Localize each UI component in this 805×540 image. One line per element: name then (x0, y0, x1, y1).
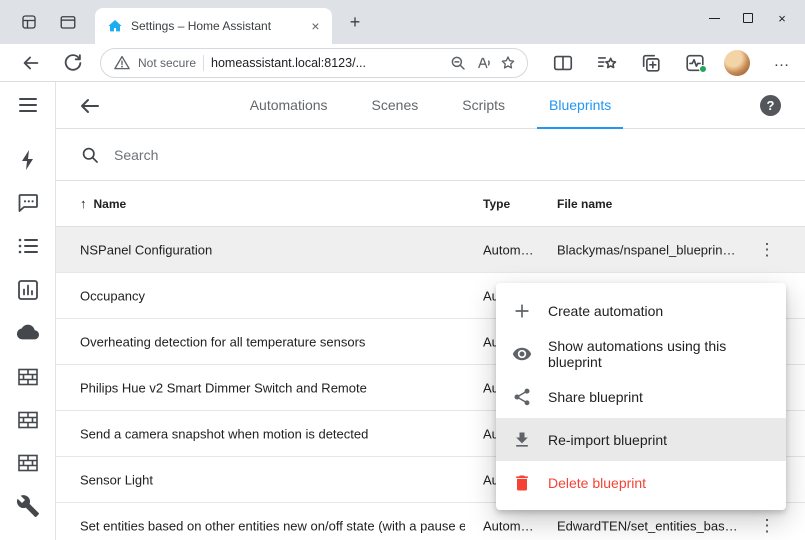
browser-tab-strip: Settings – Home Assistant × + × (0, 0, 805, 44)
browser-tab[interactable]: Settings – Home Assistant × (95, 8, 332, 44)
menu-item-delete-blueprint[interactable]: Delete blueprint (496, 461, 786, 504)
favorite-star-icon[interactable] (499, 54, 517, 72)
row-file: EdwardTEN/set_entities_bas… (557, 518, 738, 533)
menu-item-reimport-blueprint[interactable]: Re-import blueprint (496, 418, 786, 461)
address-bar[interactable]: Not secure homeassistant.local:8123/... (100, 48, 528, 78)
zoom-out-icon[interactable] (449, 54, 467, 72)
row-name: Send a camera snapshot when motion is de… (80, 426, 368, 441)
entities-brick-icon[interactable] (16, 451, 40, 475)
omnibox-divider (203, 55, 204, 71)
browser-window: Settings – Home Assistant × + × Not secu… (0, 0, 805, 540)
menu-item-label: Show automations using this blueprint (548, 338, 770, 370)
workspaces-icon[interactable] (20, 13, 38, 31)
profile-avatar[interactable] (724, 50, 750, 76)
row-name: NSPanel Configuration (80, 242, 212, 257)
eye-icon (512, 344, 532, 364)
row-overflow-menu-icon[interactable]: ⋮ (757, 240, 777, 260)
url-text[interactable]: homeassistant.local:8123/... (211, 56, 442, 70)
menu-item-label: Create automation (548, 303, 663, 319)
share-icon (512, 387, 532, 407)
table-header: ↑ Name Type File name (56, 181, 805, 227)
row-name: Overheating detection for all temperatur… (80, 334, 365, 349)
tab-close-icon[interactable]: × (307, 18, 324, 35)
ha-header: Automations Scenes Scripts Blueprints ? (56, 82, 805, 129)
row-name: Philips Hue v2 Smart Dimmer Switch and R… (80, 380, 367, 395)
tab-title: Settings – Home Assistant (131, 19, 299, 33)
back-icon[interactable] (20, 52, 42, 74)
row-type: Autom… (483, 242, 534, 257)
context-menu: Create automation Show automations using… (496, 283, 786, 510)
not-secure-warning-icon (113, 54, 131, 72)
row-name: Occupancy (80, 288, 145, 303)
search-icon (80, 145, 100, 165)
collections-icon[interactable] (640, 52, 662, 74)
ha-sidebar (0, 82, 56, 540)
menu-item-show-automations[interactable]: Show automations using this blueprint (496, 332, 786, 375)
minimize-button[interactable] (697, 4, 731, 32)
cloud-icon[interactable] (16, 321, 40, 345)
trash-icon (512, 473, 532, 493)
new-tab-button[interactable]: + (344, 11, 366, 33)
help-icon[interactable]: ? (760, 95, 781, 116)
menu-item-label: Re-import blueprint (548, 432, 667, 448)
favorites-hub-icon[interactable] (596, 52, 618, 74)
integrations-brick-icon[interactable] (16, 408, 40, 432)
table-row[interactable]: NSPanel Configuration Autom… Blackymas/n… (56, 227, 805, 273)
maximize-icon (743, 13, 753, 23)
column-header-name[interactable]: ↑ Name (80, 181, 126, 227)
menu-item-label: Delete blueprint (548, 475, 646, 491)
row-overflow-menu-icon[interactable]: ⋮ (757, 516, 777, 536)
menu-item-share-blueprint[interactable]: Share blueprint (496, 375, 786, 418)
browser-essentials-icon[interactable] (684, 52, 706, 74)
read-aloud-icon[interactable] (474, 54, 492, 72)
refresh-icon[interactable] (62, 52, 84, 74)
maximize-button[interactable] (731, 4, 765, 32)
essentials-status-dot (699, 65, 707, 73)
todo-list-icon[interactable] (16, 234, 40, 258)
security-label[interactable]: Not secure (138, 56, 196, 70)
window-controls: × (697, 4, 799, 32)
search-input[interactable] (114, 147, 434, 163)
tab-scenes[interactable]: Scenes (350, 82, 441, 129)
split-screen-icon[interactable] (552, 52, 574, 74)
menu-item-create-automation[interactable]: Create automation (496, 289, 786, 332)
row-type: Autom… (483, 518, 534, 533)
search-row (56, 129, 805, 181)
home-assistant-favicon (107, 18, 123, 34)
column-header-type[interactable]: Type (483, 181, 510, 227)
import-download-icon (512, 430, 532, 450)
tab-search-icon[interactable] (59, 13, 77, 31)
energy-icon[interactable] (16, 148, 40, 172)
close-button[interactable]: × (765, 4, 799, 32)
tab-scripts[interactable]: Scripts (440, 82, 527, 129)
assist-chat-icon[interactable] (16, 191, 40, 215)
plus-icon (512, 301, 532, 321)
ha-tab-bar: Automations Scenes Scripts Blueprints (56, 82, 805, 129)
sort-asc-icon: ↑ (80, 181, 87, 227)
developer-tools-wrench-icon[interactable] (16, 494, 40, 518)
browser-navbar: Not secure homeassistant.local:8123/... (0, 44, 805, 82)
row-name: Set entities based on other entities new… (80, 518, 465, 533)
menu-item-label: Share blueprint (548, 389, 643, 405)
tab-blueprints[interactable]: Blueprints (527, 82, 633, 129)
history-chart-icon[interactable] (16, 278, 40, 302)
column-header-file[interactable]: File name (557, 181, 612, 227)
tab-automations[interactable]: Automations (228, 82, 350, 129)
menu-icon[interactable] (16, 93, 40, 117)
devices-brick-icon[interactable] (16, 365, 40, 389)
row-file: Blackymas/nspanel_blueprin… (557, 242, 735, 257)
minimize-icon (709, 18, 720, 19)
browser-menu-icon[interactable]: … (768, 48, 796, 76)
row-name: Sensor Light (80, 472, 153, 487)
